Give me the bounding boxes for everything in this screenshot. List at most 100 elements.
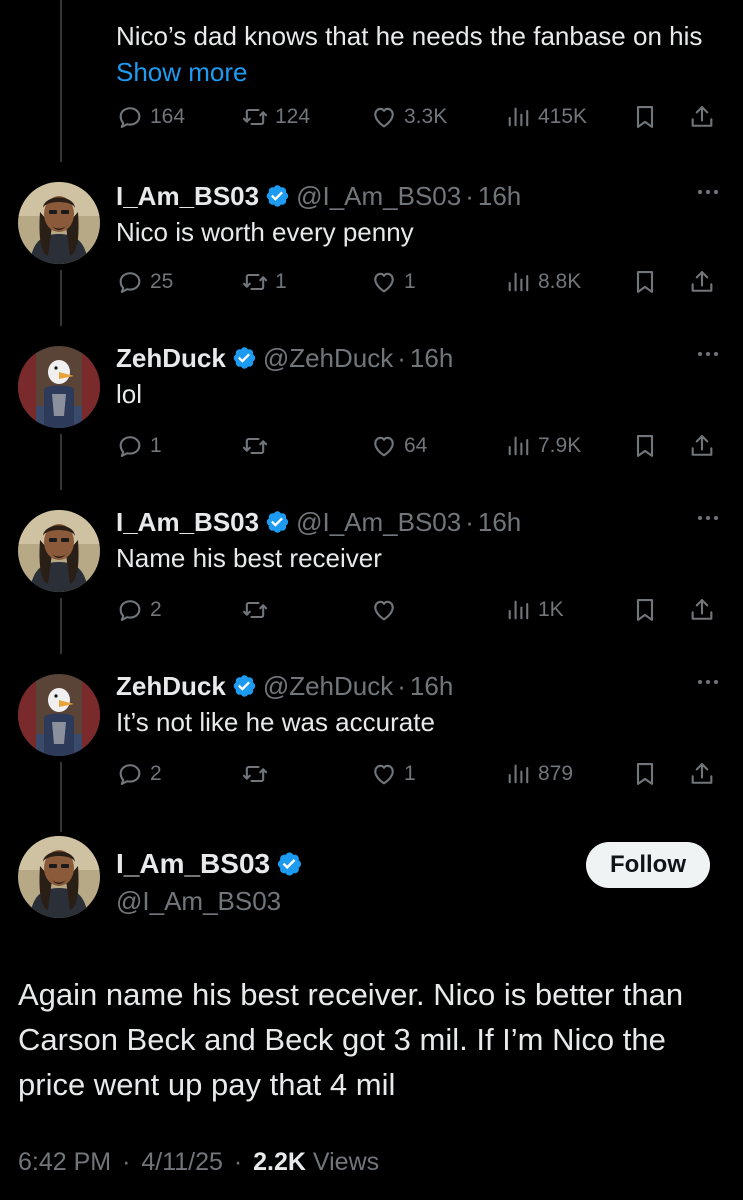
reply-button[interactable]: 25	[116, 262, 173, 302]
share-button[interactable]	[688, 590, 716, 630]
thread-line	[60, 598, 62, 654]
reply-text: Nico is worth every penny	[116, 217, 414, 247]
repost-count: 124	[275, 105, 311, 128]
avatar-image	[18, 182, 100, 264]
share-button[interactable]	[688, 754, 716, 794]
repost-button[interactable]: 124	[241, 97, 310, 137]
share-button[interactable]	[688, 262, 716, 302]
display-name[interactable]: ZehDuck	[116, 670, 226, 702]
like-icon	[370, 760, 398, 788]
reply-text: Name his best receiver	[116, 543, 382, 573]
display-name[interactable]: I_Am_BS03	[116, 180, 259, 212]
views-count: 8.8K	[538, 270, 582, 293]
follow-button[interactable]: Follow	[586, 842, 710, 888]
reply-button[interactable]: 2	[116, 754, 162, 794]
show-more-link[interactable]: Show more	[116, 57, 248, 87]
views-icon	[504, 596, 532, 624]
share-button[interactable]	[688, 426, 716, 466]
views-count: 2.2K	[253, 1148, 306, 1176]
post-time[interactable]: 6:42 PM	[18, 1148, 111, 1176]
like-button[interactable]: 3.3K	[370, 97, 447, 137]
avatar[interactable]	[18, 346, 100, 428]
post-meta: 6:42 PM · 4/11/25 · 2.2K Views	[18, 1148, 379, 1177]
bookmark-button[interactable]	[631, 754, 659, 794]
reply-count: 164	[150, 105, 186, 128]
repost-button[interactable]: 1	[241, 262, 287, 302]
avatar[interactable]	[18, 182, 100, 264]
bookmark-button[interactable]	[631, 590, 659, 630]
separator: ·	[122, 1148, 131, 1176]
separator: ·	[397, 343, 406, 373]
action-bar: 2 1K	[116, 590, 726, 630]
repost-button[interactable]	[241, 754, 275, 794]
display-name[interactable]: ZehDuck	[116, 342, 226, 374]
more-options-icon[interactable]	[695, 182, 721, 202]
bookmark-button[interactable]	[631, 97, 659, 137]
views-count: 7.9K	[538, 434, 582, 457]
views-icon	[504, 103, 532, 131]
handle[interactable]: @I_Am_BS03	[296, 506, 461, 538]
repost-button[interactable]	[241, 426, 275, 466]
verified-badge-icon	[264, 183, 290, 209]
reply-button[interactable]: 164	[116, 97, 185, 137]
reply-header: I_Am_BS03 @I_Am_BS03 · 16h	[116, 180, 723, 212]
avatar[interactable]	[18, 674, 100, 756]
like-icon	[370, 432, 398, 460]
avatar-image	[18, 510, 100, 592]
reply-button[interactable]: 1	[116, 426, 162, 466]
more-options-icon[interactable]	[695, 344, 721, 364]
verified-badge-icon	[275, 850, 303, 878]
views-button[interactable]: 415K	[504, 97, 587, 137]
like-icon	[370, 596, 398, 624]
reply-text: lol	[116, 379, 143, 409]
reply-count: 25	[150, 270, 174, 293]
share-button[interactable]	[688, 97, 716, 137]
avatar-image	[18, 346, 100, 428]
repost-count: 1	[275, 270, 287, 293]
handle[interactable]: @I_Am_BS03	[116, 886, 281, 917]
like-button[interactable]	[370, 590, 404, 630]
reply-button[interactable]: 2	[116, 590, 162, 630]
views-button[interactable]: 1K	[504, 590, 564, 630]
handle[interactable]: @ZehDuck	[263, 342, 393, 374]
handle[interactable]: @I_Am_BS03	[296, 180, 461, 212]
bookmark-button[interactable]	[631, 262, 659, 302]
display-name[interactable]: I_Am_BS03	[116, 506, 259, 538]
timestamp[interactable]: 16h	[478, 506, 521, 538]
display-name[interactable]: I_Am_BS03	[116, 848, 270, 880]
reply-count: 2	[150, 762, 162, 785]
views-icon	[504, 268, 532, 296]
bookmark-icon	[631, 268, 659, 296]
avatar[interactable]	[18, 510, 100, 592]
share-icon	[688, 103, 716, 131]
views-button[interactable]: 8.8K	[504, 262, 581, 302]
timestamp[interactable]: 16h	[478, 180, 521, 212]
views-button[interactable]: 7.9K	[504, 426, 581, 466]
more-options-icon[interactable]	[695, 672, 721, 692]
repost-icon	[241, 760, 269, 788]
views-button[interactable]: 879	[504, 754, 573, 794]
timestamp[interactable]: 16h	[410, 342, 453, 374]
like-count: 3.3K	[404, 105, 448, 128]
repost-button[interactable]	[241, 590, 275, 630]
more-options-icon[interactable]	[695, 508, 721, 528]
handle[interactable]: @ZehDuck	[263, 670, 393, 702]
avatar[interactable]	[18, 836, 100, 918]
like-button[interactable]: 1	[370, 262, 416, 302]
post-date[interactable]: 4/11/25	[141, 1148, 223, 1176]
bookmark-button[interactable]	[631, 426, 659, 466]
like-button[interactable]: 64	[370, 426, 427, 466]
like-button[interactable]: 1	[370, 754, 416, 794]
action-bar: 164 124 3.3K 415K	[116, 97, 726, 137]
like-count: 1	[404, 270, 416, 293]
action-bar: 25 1 1 8.8K	[116, 262, 726, 302]
author-name-row: I_Am_BS03	[116, 848, 309, 880]
views-count: 1K	[538, 598, 564, 621]
like-icon	[370, 268, 398, 296]
reply-text: Nico’s dad knows that he needs the fanba…	[116, 21, 703, 87]
timestamp[interactable]: 16h	[410, 670, 453, 702]
bookmark-icon	[631, 596, 659, 624]
bookmark-icon	[631, 432, 659, 460]
separator: ·	[465, 181, 474, 211]
verified-badge-icon	[264, 509, 290, 535]
